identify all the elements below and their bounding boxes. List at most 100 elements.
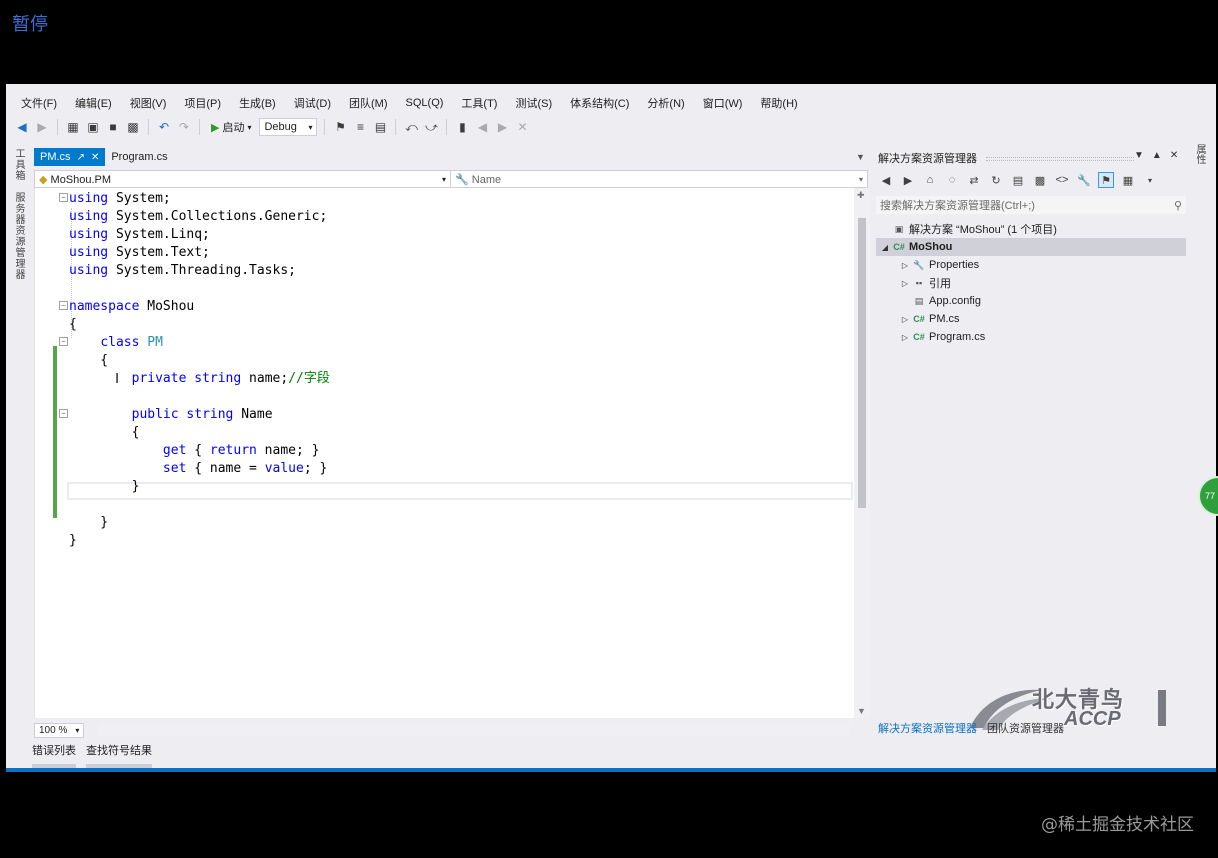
redo-icon[interactable]: ↷ [176,119,192,135]
menu-help[interactable]: 帮助(H) [751,95,806,111]
preview-icon[interactable]: ⚑ [1098,172,1114,188]
forward-icon[interactable]: ▶ [900,172,916,188]
tree-item-program-cs[interactable]: ▷ C# Program.cs [876,328,1186,346]
menu-view[interactable]: 视图(V) [121,95,176,111]
menu-architecture[interactable]: 体系结构(C) [561,95,638,111]
columns-icon[interactable]: ▤ [372,119,388,135]
type-selector[interactable]: ◆ MoShou.PM ▾ [35,171,451,187]
find-in-files-icon[interactable]: ⚑ [332,119,348,135]
menu-team[interactable]: 团队(M) [340,95,397,111]
menu-debug[interactable]: 调试(D) [285,95,340,111]
solution-search-input[interactable]: 搜索解决方案资源管理器(Ctrl+;) ⚲ [876,196,1186,214]
zoom-select[interactable]: 100 % ▾ [34,722,85,738]
tab-error-list[interactable]: 错误列表 [32,742,76,769]
back-icon[interactable]: ◀ [878,172,894,188]
properties-icon[interactable]: 🔧 [1076,172,1092,188]
prev-bookmark-icon[interactable]: ◀ [474,119,490,135]
code-editor[interactable]: − − − − using System; using System.Colle… [34,188,854,718]
panel-controls: ▼ ▲ ✕ [1134,150,1178,161]
pending-changes-icon[interactable]: ◌ [944,172,960,188]
toolbox-tab[interactable]: 工具箱 [11,148,26,181]
refresh-icon[interactable]: ↻ [988,172,1004,188]
solution-configuration-select[interactable]: Debug ▾ [259,118,318,136]
pin-icon[interactable]: ↗ [77,152,85,163]
expanded-arrow-icon[interactable]: ◢ [878,243,892,252]
view-code-icon[interactable]: <> [1054,172,1070,188]
menu-analyze[interactable]: 分析(N) [638,95,693,111]
collapsed-arrow-icon[interactable]: ▷ [898,279,912,288]
csharp-file-icon: C# [913,314,925,324]
collapse-all-icon[interactable]: ▤ [1010,172,1026,188]
chevron-down-icon[interactable]: ▾ [1142,172,1158,188]
scroll-thumb[interactable] [858,218,866,508]
home-icon[interactable]: ⌂ [922,172,938,188]
tree-item-label: 引用 [929,278,951,290]
tree-item-project[interactable]: ◢ C# MoShou [876,238,1186,256]
editor-horizontal-scrollbar[interactable] [98,724,850,736]
back-icon[interactable]: ◀ [14,119,30,135]
code-line: using System.Linq; [69,227,210,242]
outline-collapse-icon[interactable]: − [59,337,68,346]
tab-team-explorer[interactable]: 团队资源管理器 [987,720,1064,736]
show-all-files-icon[interactable]: ▩ [1032,172,1048,188]
references-icon: ▪▪ [915,278,923,288]
menu-test[interactable]: 测试(S) [506,95,561,111]
panel-menu-icon[interactable]: ▼ [1134,150,1144,161]
collapsed-arrow-icon[interactable]: ▷ [898,333,912,342]
tab-find-symbol-results[interactable]: 查找符号结果 [86,742,152,769]
tab-pm-cs[interactable]: PM.cs ↗ ✕ [34,148,106,166]
code-line: { [69,425,140,440]
outline-collapse-icon[interactable]: − [59,409,68,418]
code-line: using System.Collections.Generic; [69,209,328,224]
save-icon[interactable]: ■ [105,119,121,135]
tree-item-solution[interactable]: ▣ 解决方案 “MoShou” (1 个项目) [876,220,1186,238]
menu-build[interactable]: 生成(B) [230,95,285,111]
sync-icon[interactable]: ⇄ [966,172,982,188]
menu-file[interactable]: 文件(F) [12,95,66,111]
tree-item-properties[interactable]: ▷ 🔧 Properties [876,256,1186,274]
menu-project[interactable]: 项目(P) [175,95,230,111]
tree-item-app-config[interactable]: ▤ App.config [876,292,1186,310]
menu-tools[interactable]: 工具(T) [452,95,506,111]
scroll-down-icon[interactable]: ▼ [857,706,866,716]
pin-icon[interactable]: ▲ [1152,150,1162,161]
undo-icon[interactable]: ↶ [156,119,172,135]
status-bar [6,768,1216,772]
start-debugging-button[interactable]: ▶ 启动 ▾ [207,119,255,135]
collapsed-arrow-icon[interactable]: ▷ [898,261,912,270]
save-all-icon[interactable]: ▩ [125,119,141,135]
search-icon[interactable]: ⚲ [1174,199,1182,212]
clear-bookmarks-icon[interactable]: ✕ [514,119,530,135]
tab-solution-explorer[interactable]: 解决方案资源管理器 [878,720,977,736]
comment-icon[interactable]: ⤺ [403,119,419,135]
outline-collapse-icon[interactable]: − [59,301,68,310]
property-wrench-icon: 🔧 [455,173,469,186]
toolbar-separator [395,119,397,135]
member-selector[interactable]: 🔧 Name ▾ [451,171,867,187]
close-icon[interactable]: ✕ [91,152,99,163]
format-icon[interactable]: ≡ [352,119,368,135]
tab-overflow-icon[interactable]: ▼ [856,152,865,162]
class-diagram-icon[interactable]: ▦ [1120,172,1136,188]
menu-edit[interactable]: 编辑(E) [66,95,121,111]
tab-program-cs[interactable]: Program.cs [105,148,173,166]
split-icon[interactable]: ✚ [857,190,865,201]
collapsed-arrow-icon[interactable]: ▷ [898,315,912,324]
outline-collapse-icon[interactable]: − [59,193,68,202]
properties-tab[interactable]: 属性 [1192,144,1207,164]
menu-window[interactable]: 窗口(W) [694,95,752,111]
bookmark-icon[interactable]: ▮ [454,119,470,135]
tree-item-pm-cs[interactable]: ▷ C# PM.cs [876,310,1186,328]
editor-vertical-scrollbar[interactable]: ✚ ▼ [854,188,870,718]
server-explorer-tab[interactable]: 服务器资源管理器 [11,192,26,280]
close-icon[interactable]: ✕ [1170,150,1178,161]
menu-sql[interactable]: SQL(Q) [397,97,453,109]
class-icon: ◆ [39,173,48,186]
uncomment-icon[interactable]: ⤻ [423,119,439,135]
forward-icon[interactable]: ▶ [34,119,50,135]
next-bookmark-icon[interactable]: ▶ [494,119,510,135]
open-file-icon[interactable]: ▣ [85,119,101,135]
tree-item-references[interactable]: ▷ ▪▪ 引用 [876,274,1186,292]
new-project-icon[interactable]: ▦ [65,119,81,135]
tree-item-label: Properties [929,259,980,271]
